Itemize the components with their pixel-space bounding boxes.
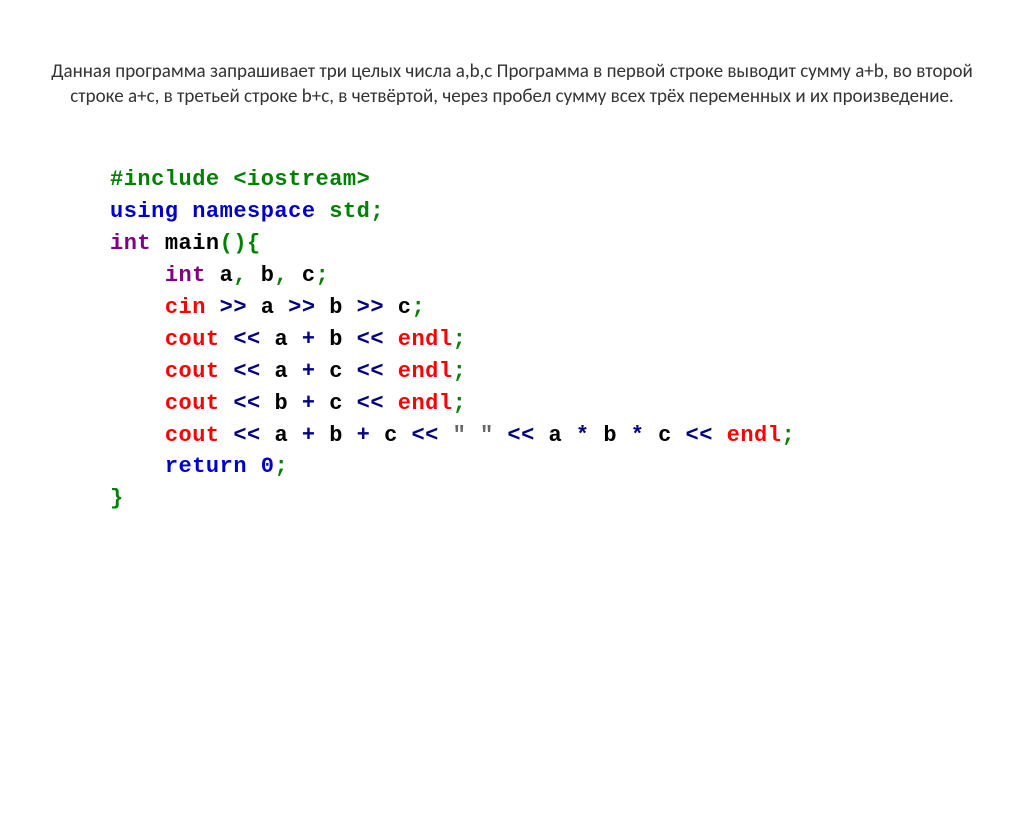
var-b: b — [329, 295, 343, 320]
op-insert: << — [507, 423, 534, 448]
var-b: b — [329, 423, 343, 448]
op-insert: << — [686, 423, 713, 448]
parens: () — [220, 231, 247, 256]
string-literal: " " — [453, 423, 494, 448]
close-brace: } — [110, 486, 124, 511]
kw-std: std — [329, 199, 370, 224]
op-extract: >> — [220, 295, 247, 320]
var-a: a — [274, 359, 288, 384]
var-b: b — [274, 391, 288, 416]
semi: ; — [781, 423, 795, 448]
var-c: c — [329, 391, 343, 416]
op-extract: >> — [288, 295, 315, 320]
cout: cout — [165, 359, 220, 384]
var-c: c — [658, 423, 672, 448]
op-plus: + — [302, 359, 316, 384]
op-plus: + — [357, 423, 371, 448]
op-insert: << — [233, 391, 260, 416]
var-b: b — [261, 263, 275, 288]
var-a: a — [220, 263, 234, 288]
op-mul: * — [631, 423, 645, 448]
var-c: c — [384, 423, 398, 448]
cout: cout — [165, 423, 220, 448]
semi: ; — [316, 263, 330, 288]
op-plus: + — [302, 423, 316, 448]
semi: ; — [411, 295, 425, 320]
op-insert: << — [233, 327, 260, 352]
program-description: Данная программа запрашивает три целых ч… — [40, 60, 984, 109]
op-insert: << — [233, 423, 260, 448]
comma: , — [274, 263, 288, 288]
var-a: a — [261, 295, 275, 320]
endl: endl — [398, 327, 453, 352]
semi: ; — [370, 199, 384, 224]
code-block: #include <iostream> using namespace std;… — [110, 164, 1024, 515]
comma: , — [233, 263, 247, 288]
op-plus: + — [302, 327, 316, 352]
op-insert: << — [411, 423, 438, 448]
semi: ; — [453, 359, 467, 384]
endl: endl — [727, 423, 782, 448]
op-insert: << — [357, 359, 384, 384]
var-a: a — [549, 423, 563, 448]
kw-using: using — [110, 199, 179, 224]
kw-return: return — [165, 454, 247, 479]
type-int: int — [165, 263, 206, 288]
var-c: c — [329, 359, 343, 384]
op-mul: * — [576, 423, 590, 448]
fn-main: main — [165, 231, 220, 256]
kw-namespace: namespace — [192, 199, 315, 224]
var-c: c — [398, 295, 412, 320]
var-b: b — [603, 423, 617, 448]
op-insert: << — [233, 359, 260, 384]
var-a: a — [274, 423, 288, 448]
var-b: b — [329, 327, 343, 352]
var-c: c — [302, 263, 316, 288]
preprocessor-line: #include <iostream> — [110, 167, 370, 192]
op-insert: << — [357, 327, 384, 352]
semi: ; — [453, 327, 467, 352]
semi: ; — [274, 454, 288, 479]
num-zero: 0 — [261, 454, 275, 479]
op-extract: >> — [357, 295, 384, 320]
op-plus: + — [302, 391, 316, 416]
semi: ; — [453, 391, 467, 416]
var-a: a — [274, 327, 288, 352]
cout: cout — [165, 327, 220, 352]
open-brace: { — [247, 231, 261, 256]
cin: cin — [165, 295, 206, 320]
endl: endl — [398, 391, 453, 416]
type-int: int — [110, 231, 151, 256]
endl: endl — [398, 359, 453, 384]
op-insert: << — [357, 391, 384, 416]
cout: cout — [165, 391, 220, 416]
